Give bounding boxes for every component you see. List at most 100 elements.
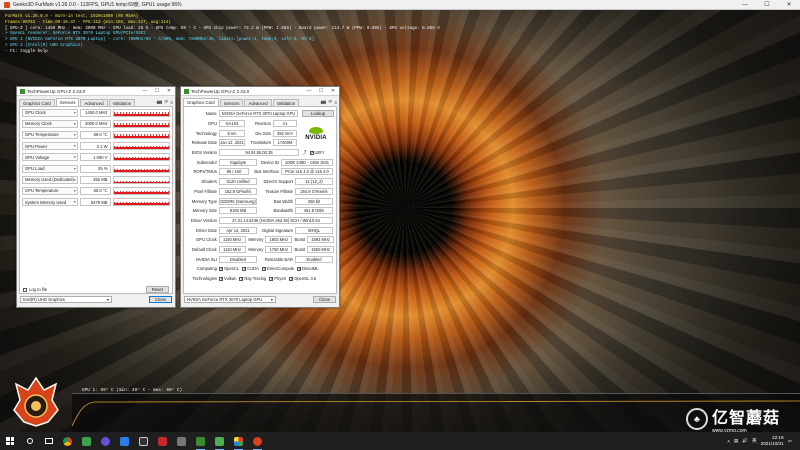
- app-icon-gray[interactable]: [172, 432, 191, 450]
- gpu-clock-field: 1140 MHz: [218, 236, 246, 244]
- tab-validation[interactable]: Validation: [272, 99, 300, 106]
- sensor-list: GPU Clock ▾ 1450.0 MHz Memory Clock ▾ 2000.0 …: [20, 107, 172, 208]
- search-icon[interactable]: [20, 432, 39, 450]
- directx-field: 12 (12_2): [295, 178, 333, 186]
- furmark-taskbar-icon[interactable]: [248, 432, 267, 450]
- tab-sensors[interactable]: Sensors: [219, 99, 244, 106]
- sensor-name: CPU Temperature: [25, 188, 59, 194]
- log-to-file-checkbox[interactable]: Log to file: [23, 287, 47, 292]
- gpuz-app-icon: [184, 88, 189, 94]
- gpuz-card-maximize-button[interactable]: ☐: [315, 87, 327, 96]
- close-button[interactable]: Close: [313, 296, 336, 303]
- minimize-button[interactable]: —: [734, 0, 756, 10]
- gpuz-taskbar-icon[interactable]: [191, 432, 210, 450]
- gpuz-sensors-window[interactable]: TechPowerUp GPU-Z 2.43.0 — ☐ ✕ Graphics …: [16, 86, 176, 308]
- memtype-row: Memory Type GDDR6 (Samsung) Bus Width 25…: [186, 196, 334, 206]
- task-view-icon[interactable]: [39, 432, 58, 450]
- shaders-label: Shaders: [201, 179, 217, 185]
- camera-icon[interactable]: 📷: [157, 99, 163, 105]
- epic-games-icon[interactable]: [134, 432, 153, 450]
- colorful-app-icon[interactable]: [229, 432, 248, 450]
- chevron-down-icon: ▾: [73, 200, 76, 205]
- sensor-name: System Memory Used: [25, 199, 67, 205]
- gpu-select-dropdown[interactable]: NVIDIA GeForce RTX 3070 Laptop GPU ▾: [184, 296, 276, 303]
- refresh-icon[interactable]: ⟳: [328, 99, 332, 105]
- clock[interactable]: 22:16 2021/10/31: [761, 435, 784, 446]
- device-id-field: 10DE 249D - 1458 1531: [281, 158, 333, 166]
- driver-date-field: Apr 14, 2021: [219, 226, 257, 234]
- tab-graphics-card[interactable]: Graphics Card: [183, 98, 219, 106]
- start-button[interactable]: [0, 432, 20, 450]
- sensor-name-dropdown[interactable]: System Memory Used ▾: [22, 198, 78, 207]
- camera-icon[interactable]: 📷: [321, 99, 327, 105]
- sensor-name-dropdown[interactable]: GPU Clock ▾: [22, 108, 78, 117]
- sensor-name-dropdown[interactable]: Memory Clock ▾: [22, 119, 78, 128]
- gpuz-card-window[interactable]: TechPowerUp GPU-Z 2.43.0 — ☐ ✕ Graphics …: [180, 86, 340, 308]
- input-language[interactable]: 英: [752, 438, 757, 444]
- resizable-bar-label: Resizable BAR: [264, 256, 293, 262]
- computing-label: Computing: [196, 266, 217, 272]
- name-label: Name: [205, 111, 217, 117]
- bios-row: BIOS Version 94.04.55.00.35 ⤴ UEFI: [186, 148, 334, 158]
- subvendor-row: Subvendor Gigabyte Device ID 10DE 249D -…: [186, 157, 334, 167]
- sensor-name: GPU Clock: [25, 110, 46, 116]
- gpuz-sensors-maximize-button[interactable]: ☐: [151, 87, 163, 96]
- directml-checkbox: DirectML: [297, 266, 319, 272]
- texture-fillrate-field: 254.9 GTexel/s: [295, 187, 333, 195]
- rops-field: 96 / 160: [219, 168, 249, 176]
- technology-label: Technology: [195, 130, 217, 136]
- rops-row: ROPs/TMUs 96 / 160 Bus Interface PCIe x1…: [186, 167, 334, 177]
- gpuz-card-minimize-button[interactable]: —: [303, 87, 315, 96]
- media-icon[interactable]: [96, 432, 115, 450]
- boost-clock-field: 1593 MHz: [307, 236, 334, 244]
- opencl-checkbox: OpenCL: [219, 266, 239, 272]
- nvidia-wordmark: NVIDIA: [305, 135, 327, 141]
- chrome-icon[interactable]: [58, 432, 77, 450]
- gpuz-sensors-minimize-button[interactable]: —: [139, 87, 151, 96]
- chevron-up-icon[interactable]: ˄: [727, 439, 730, 444]
- close-button[interactable]: Close: [149, 296, 172, 303]
- tab-graphics-card[interactable]: Graphics Card: [19, 99, 55, 106]
- sensor-name-dropdown[interactable]: GPU Temperature ▾: [22, 130, 78, 139]
- driver-row: Driver Version 27.21.14.6236 (NVIDIA 462…: [186, 216, 334, 226]
- app-icon-red[interactable]: [153, 432, 172, 450]
- sensor-name-dropdown[interactable]: GPU Voltage ▾: [22, 153, 78, 162]
- refresh-icon[interactable]: ⟳: [164, 99, 168, 105]
- tab-advanced[interactable]: Advanced: [80, 99, 108, 106]
- menu-icon[interactable]: ≡: [334, 100, 337, 105]
- gpu-select-dropdown[interactable]: Intel(R) UHD Graphics ▾: [20, 296, 112, 303]
- notification-icon[interactable]: ▭: [788, 438, 792, 444]
- share-icon[interactable]: ⤴: [302, 150, 307, 156]
- gpuz-sensors-close-button[interactable]: ✕: [163, 87, 175, 96]
- close-window-button[interactable]: ✕: [778, 0, 800, 10]
- sensor-name-dropdown[interactable]: GPU Power ▾: [22, 142, 78, 151]
- tab-validation[interactable]: Validation: [108, 99, 136, 106]
- memory-type-label: Memory Type: [191, 198, 217, 204]
- die-size-label: Die Size: [255, 130, 271, 136]
- pixel-fillrate-label: Pixel Fillrate: [194, 188, 217, 194]
- browser-icon[interactable]: [77, 432, 96, 450]
- app-icon-blue[interactable]: [115, 432, 134, 450]
- texture-fillrate-label: Texture Fillrate: [265, 188, 293, 194]
- furmark-logo-icon: [13, 376, 59, 427]
- sensor-value: 2000.0 MHz: [79, 119, 111, 128]
- maximize-button[interactable]: ☐: [756, 0, 778, 10]
- sensor-empty-area: [20, 208, 172, 285]
- network-icon[interactable]: ▤: [734, 438, 738, 444]
- sensor-name-dropdown[interactable]: Memory Used (Dedicated) ▾: [22, 175, 78, 184]
- gpuz-taskbar-icon-2[interactable]: [210, 432, 229, 450]
- lookup-button[interactable]: Lookup: [302, 110, 334, 118]
- sensor-name-dropdown[interactable]: GPU Load ▾: [22, 164, 78, 173]
- reset-button[interactable]: Reset: [145, 286, 169, 294]
- sensor-value: 69.0 °C: [79, 130, 111, 139]
- menu-icon[interactable]: ≡: [170, 100, 173, 105]
- tab-advanced[interactable]: Advanced: [244, 99, 272, 106]
- volume-icon[interactable]: 🔊: [742, 438, 748, 444]
- sensor-name-dropdown[interactable]: CPU Temperature ▾: [22, 186, 78, 195]
- memory-type-field: GDDR6 (Samsung): [219, 197, 257, 205]
- shaders-row: Shaders 5120 Unified DirectX Support 12 …: [186, 177, 334, 187]
- tab-sensors[interactable]: Sensors: [55, 98, 80, 106]
- opengl-label: OpenGL 4.6: [294, 276, 317, 282]
- gpu-select-value: Intel(R) UHD Graphics: [23, 297, 65, 302]
- gpuz-card-close-button[interactable]: ✕: [327, 87, 339, 96]
